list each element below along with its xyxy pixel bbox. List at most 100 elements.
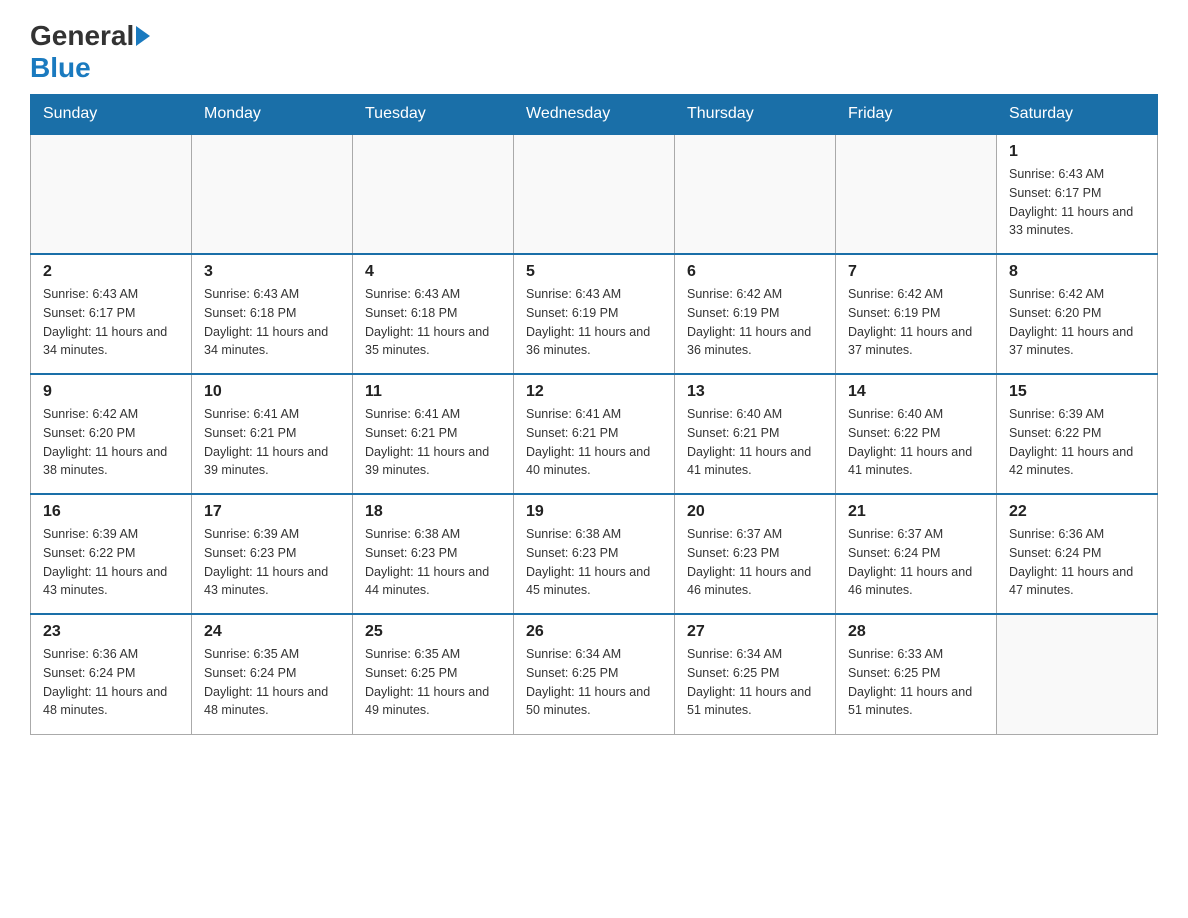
calendar-cell: 20Sunrise: 6:37 AMSunset: 6:23 PMDayligh… (675, 494, 836, 614)
day-number: 7 (848, 263, 984, 281)
logo: General Blue (30, 20, 152, 84)
day-info: Sunrise: 6:39 AMSunset: 6:22 PMDaylight:… (1009, 405, 1145, 480)
day-info: Sunrise: 6:43 AMSunset: 6:17 PMDaylight:… (1009, 165, 1145, 240)
calendar-cell: 2 Sunrise: 6:43 AMSunset: 6:17 PMDaylight… (31, 254, 192, 374)
day-number: 12 (526, 383, 662, 401)
day-info: Sunrise: 6:34 AMSunset: 6:25 PMDaylight:… (526, 645, 662, 720)
day-number: 25 (365, 623, 501, 641)
day-info: Sunrise: 6:42 AMSunset: 6:19 PMDaylight:… (687, 285, 823, 360)
calendar-cell: 5 Sunrise: 6:43 AMSunset: 6:19 PMDaylight… (514, 254, 675, 374)
logo-triangle-icon (136, 26, 150, 46)
calendar-cell: 7 Sunrise: 6:42 AMSunset: 6:19 PMDaylight… (836, 254, 997, 374)
day-number: 2 (43, 263, 179, 281)
day-number: 19 (526, 503, 662, 521)
calendar-cell: 13 Sunrise: 6:40 AMSunset: 6:21 PMDayligh… (675, 374, 836, 494)
calendar-cell: 25 Sunrise: 6:35 AMSunset: 6:25 PMDayligh… (353, 614, 514, 734)
day-number: 6 (687, 263, 823, 281)
day-number: 1 (1009, 143, 1145, 161)
weekday-header-monday: Monday (192, 95, 353, 135)
day-info: Sunrise: 6:41 AMSunset: 6:21 PMDaylight:… (204, 405, 340, 480)
week-row-1: 1 Sunrise: 6:43 AMSunset: 6:17 PMDaylight… (31, 134, 1158, 254)
calendar-cell (675, 134, 836, 254)
day-info: Sunrise: 6:41 AMSunset: 6:21 PMDaylight:… (526, 405, 662, 480)
calendar-cell: 9Sunrise: 6:42 AMSunset: 6:20 PMDaylight… (31, 374, 192, 494)
week-row-5: 23 Sunrise: 6:36 AMSunset: 6:24 PMDayligh… (31, 614, 1158, 734)
day-info: Sunrise: 6:35 AMSunset: 6:24 PMDaylight:… (204, 645, 340, 720)
weekday-header-wednesday: Wednesday (514, 95, 675, 135)
calendar-cell (353, 134, 514, 254)
calendar-cell: 21 Sunrise: 6:37 AMSunset: 6:24 PMDayligh… (836, 494, 997, 614)
day-number: 23 (43, 623, 179, 641)
day-info: Sunrise: 6:41 AMSunset: 6:21 PMDaylight:… (365, 405, 501, 480)
calendar-cell: 1 Sunrise: 6:43 AMSunset: 6:17 PMDaylight… (997, 134, 1158, 254)
weekday-header-sunday: Sunday (31, 95, 192, 135)
calendar-cell: 15 Sunrise: 6:39 AMSunset: 6:22 PMDayligh… (997, 374, 1158, 494)
day-info: Sunrise: 6:36 AMSunset: 6:24 PMDaylight:… (1009, 525, 1145, 600)
day-number: 15 (1009, 383, 1145, 401)
calendar-cell: 18Sunrise: 6:38 AMSunset: 6:23 PMDayligh… (353, 494, 514, 614)
calendar-cell: 27 Sunrise: 6:34 AMSunset: 6:25 PMDayligh… (675, 614, 836, 734)
day-info: Sunrise: 6:38 AMSunset: 6:23 PMDaylight:… (526, 525, 662, 600)
calendar-cell: 8 Sunrise: 6:42 AMSunset: 6:20 PMDaylight… (997, 254, 1158, 374)
weekday-header-thursday: Thursday (675, 95, 836, 135)
calendar-cell: 14 Sunrise: 6:40 AMSunset: 6:22 PMDayligh… (836, 374, 997, 494)
day-info: Sunrise: 6:33 AMSunset: 6:25 PMDaylight:… (848, 645, 984, 720)
week-row-3: 9Sunrise: 6:42 AMSunset: 6:20 PMDaylight… (31, 374, 1158, 494)
calendar-cell: 19 Sunrise: 6:38 AMSunset: 6:23 PMDayligh… (514, 494, 675, 614)
calendar-cell: 17 Sunrise: 6:39 AMSunset: 6:23 PMDayligh… (192, 494, 353, 614)
calendar-table: SundayMondayTuesdayWednesdayThursdayFrid… (30, 94, 1158, 735)
day-number: 11 (365, 383, 501, 401)
calendar-cell (31, 134, 192, 254)
day-number: 27 (687, 623, 823, 641)
day-info: Sunrise: 6:39 AMSunset: 6:22 PMDaylight:… (43, 525, 179, 600)
day-info: Sunrise: 6:39 AMSunset: 6:23 PMDaylight:… (204, 525, 340, 600)
day-info: Sunrise: 6:37 AMSunset: 6:24 PMDaylight:… (848, 525, 984, 600)
week-row-4: 16 Sunrise: 6:39 AMSunset: 6:22 PMDayligh… (31, 494, 1158, 614)
calendar-cell: 26Sunrise: 6:34 AMSunset: 6:25 PMDayligh… (514, 614, 675, 734)
day-number: 20 (687, 503, 823, 521)
weekday-header-friday: Friday (836, 95, 997, 135)
calendar-cell: 28 Sunrise: 6:33 AMSunset: 6:25 PMDayligh… (836, 614, 997, 734)
logo-blue-text: Blue (30, 52, 91, 84)
day-info: Sunrise: 6:43 AMSunset: 6:18 PMDaylight:… (365, 285, 501, 360)
day-number: 16 (43, 503, 179, 521)
day-number: 13 (687, 383, 823, 401)
day-number: 17 (204, 503, 340, 521)
calendar-cell (836, 134, 997, 254)
day-info: Sunrise: 6:35 AMSunset: 6:25 PMDaylight:… (365, 645, 501, 720)
calendar-cell (997, 614, 1158, 734)
day-info: Sunrise: 6:34 AMSunset: 6:25 PMDaylight:… (687, 645, 823, 720)
calendar-cell: 6 Sunrise: 6:42 AMSunset: 6:19 PMDaylight… (675, 254, 836, 374)
day-number: 14 (848, 383, 984, 401)
day-info: Sunrise: 6:43 AMSunset: 6:18 PMDaylight:… (204, 285, 340, 360)
day-number: 10 (204, 383, 340, 401)
day-number: 3 (204, 263, 340, 281)
calendar-cell (192, 134, 353, 254)
weekday-header-row: SundayMondayTuesdayWednesdayThursdayFrid… (31, 95, 1158, 135)
day-info: Sunrise: 6:43 AMSunset: 6:19 PMDaylight:… (526, 285, 662, 360)
week-row-2: 2 Sunrise: 6:43 AMSunset: 6:17 PMDaylight… (31, 254, 1158, 374)
day-info: Sunrise: 6:40 AMSunset: 6:21 PMDaylight:… (687, 405, 823, 480)
weekday-header-tuesday: Tuesday (353, 95, 514, 135)
page-header: General Blue (30, 20, 1158, 84)
day-number: 8 (1009, 263, 1145, 281)
calendar-cell: 11 Sunrise: 6:41 AMSunset: 6:21 PMDayligh… (353, 374, 514, 494)
day-info: Sunrise: 6:43 AMSunset: 6:17 PMDaylight:… (43, 285, 179, 360)
calendar-cell (514, 134, 675, 254)
day-info: Sunrise: 6:40 AMSunset: 6:22 PMDaylight:… (848, 405, 984, 480)
logo-general-text: General (30, 20, 134, 52)
calendar-cell: 24Sunrise: 6:35 AMSunset: 6:24 PMDayligh… (192, 614, 353, 734)
calendar-cell: 10 Sunrise: 6:41 AMSunset: 6:21 PMDayligh… (192, 374, 353, 494)
day-number: 22 (1009, 503, 1145, 521)
calendar-cell: 3 Sunrise: 6:43 AMSunset: 6:18 PMDaylight… (192, 254, 353, 374)
day-number: 28 (848, 623, 984, 641)
day-info: Sunrise: 6:42 AMSunset: 6:20 PMDaylight:… (43, 405, 179, 480)
weekday-header-saturday: Saturday (997, 95, 1158, 135)
day-number: 18 (365, 503, 501, 521)
day-info: Sunrise: 6:36 AMSunset: 6:24 PMDaylight:… (43, 645, 179, 720)
day-number: 21 (848, 503, 984, 521)
day-number: 5 (526, 263, 662, 281)
day-info: Sunrise: 6:42 AMSunset: 6:19 PMDaylight:… (848, 285, 984, 360)
day-info: Sunrise: 6:42 AMSunset: 6:20 PMDaylight:… (1009, 285, 1145, 360)
calendar-cell: 22 Sunrise: 6:36 AMSunset: 6:24 PMDayligh… (997, 494, 1158, 614)
